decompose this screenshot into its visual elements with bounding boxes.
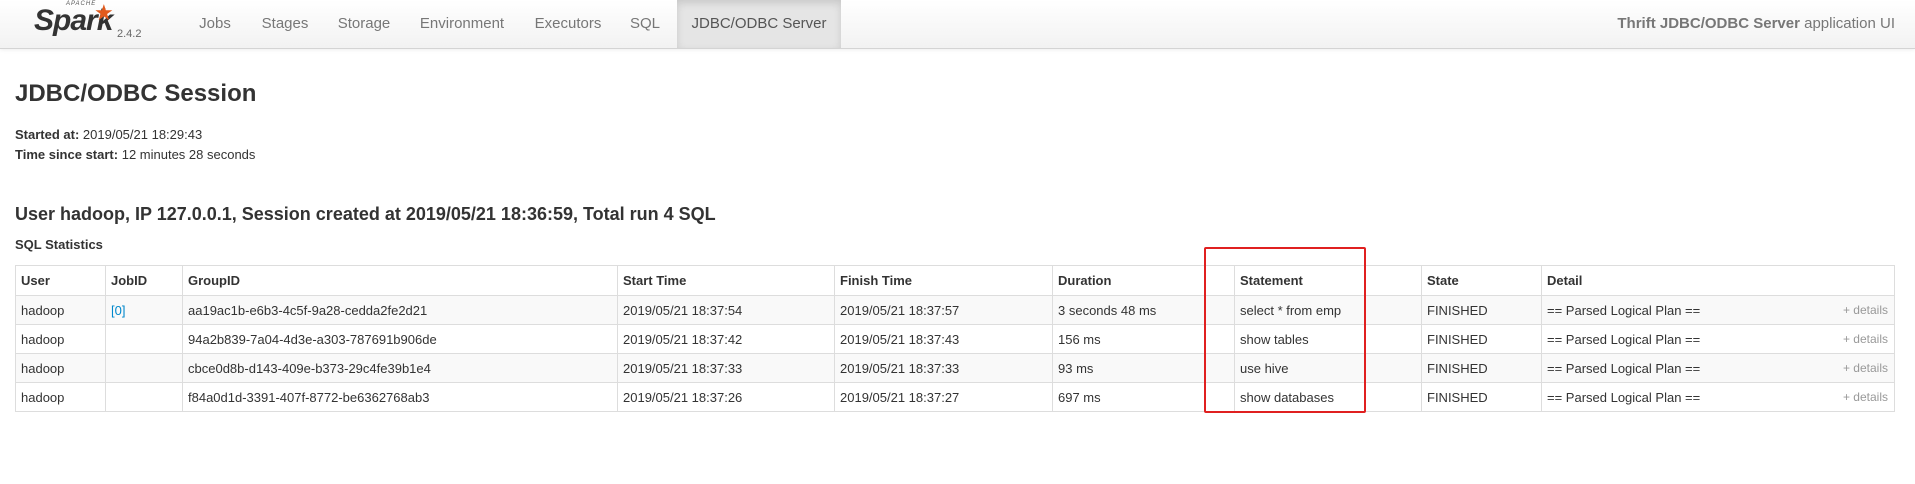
header-start-time[interactable]: Start Time (617, 265, 835, 296)
cell-duration: 93 ms (1052, 353, 1235, 383)
details-expand-link[interactable]: + details (1843, 390, 1888, 404)
cell-duration: 156 ms (1052, 324, 1235, 354)
cell-state: FINISHED (1421, 382, 1542, 412)
detail-text: == Parsed Logical Plan == (1547, 389, 1701, 405)
cell-user: hadoop (15, 382, 106, 412)
cell-detail: == Parsed Logical Plan == + details (1541, 295, 1895, 325)
tab-stages[interactable]: Stages (250, 0, 320, 48)
spark-star-icon: ★ (94, 0, 114, 25)
cell-jobid: [0] (105, 295, 183, 325)
cell-jobid (105, 353, 183, 383)
started-at-label: Started at: (15, 127, 80, 142)
cell-state: FINISHED (1421, 295, 1542, 325)
cell-start-time: 2019/05/21 18:37:26 (617, 382, 835, 412)
detail-text: == Parsed Logical Plan == (1547, 331, 1701, 347)
cell-start-time: 2019/05/21 18:37:33 (617, 353, 835, 383)
cell-statement: use hive (1234, 353, 1422, 383)
job-link[interactable]: [0] (111, 303, 125, 318)
cell-detail: == Parsed Logical Plan == + details (1541, 324, 1895, 354)
table-row: hadoop f84a0d1d-3391-407f-8772-be6362768… (15, 382, 1895, 412)
cell-user: hadoop (15, 353, 106, 383)
time-since-start-label: Time since start: (15, 147, 119, 162)
app-name: Thrift JDBC/ODBC Server (1617, 15, 1800, 32)
cell-finish-time: 2019/05/21 18:37:57 (834, 295, 1053, 325)
tab-sql[interactable]: SQL (620, 0, 670, 48)
tab-jdbc-odbc-server[interactable]: JDBC/ODBC Server (677, 0, 841, 48)
sql-statistics-table: User JobID GroupID Start Time Finish Tim… (15, 265, 1895, 412)
cell-groupid: 94a2b839-7a04-4d3e-a303-787691b906de (182, 324, 618, 354)
tab-executors[interactable]: Executors (521, 0, 615, 48)
started-at-value: 2019/05/21 18:29:43 (82, 127, 203, 142)
header-state[interactable]: State (1421, 265, 1542, 296)
tab-storage[interactable]: Storage (325, 0, 403, 48)
header-statement[interactable]: Statement (1234, 265, 1422, 296)
details-expand-link[interactable]: + details (1843, 332, 1888, 346)
spark-logo[interactable]: APACHE Spark ★ 2.4.2 (34, 0, 154, 48)
cell-detail: == Parsed Logical Plan == + details (1541, 353, 1895, 383)
detail-text: == Parsed Logical Plan == (1547, 302, 1701, 318)
cell-start-time: 2019/05/21 18:37:54 (617, 295, 835, 325)
table-row: hadoop cbce0d8b-d143-409e-b373-29c4fe39b… (15, 353, 1895, 383)
details-expand-link[interactable]: + details (1843, 303, 1888, 317)
app-suffix: application UI (1804, 15, 1895, 32)
cell-state: FINISHED (1421, 353, 1542, 383)
cell-statement: show tables (1234, 324, 1422, 354)
tab-jobs[interactable]: Jobs (185, 0, 245, 48)
header-user[interactable]: User (15, 265, 106, 296)
session-heading: User hadoop, IP 127.0.0.1, Session creat… (15, 204, 716, 224)
started-at: Started at: 2019/05/21 18:29:43 (15, 127, 202, 142)
cell-groupid: aa19ac1b-e6b3-4c5f-9a28-cedda2fe2d21 (182, 295, 618, 325)
tab-environment[interactable]: Environment (408, 0, 516, 48)
table-row: hadoop [0] aa19ac1b-e6b3-4c5f-9a28-cedda… (15, 295, 1895, 325)
cell-groupid: f84a0d1d-3391-407f-8772-be6362768ab3 (182, 382, 618, 412)
time-since-start-value: 12 minutes 28 seconds (121, 147, 256, 162)
cell-statement: select * from emp (1234, 295, 1422, 325)
cell-jobid (105, 382, 183, 412)
cell-statement: show databases (1234, 382, 1422, 412)
cell-duration: 697 ms (1052, 382, 1235, 412)
page-title: JDBC/ODBC Session (15, 80, 257, 107)
cell-user: hadoop (15, 324, 106, 354)
cell-user: hadoop (15, 295, 106, 325)
top-navbar: APACHE Spark ★ 2.4.2 Jobs Stages Storage… (0, 0, 1915, 49)
cell-finish-time: 2019/05/21 18:37:27 (834, 382, 1053, 412)
header-finish-time[interactable]: Finish Time (834, 265, 1053, 296)
cell-finish-time: 2019/05/21 18:37:33 (834, 353, 1053, 383)
table-row: hadoop 94a2b839-7a04-4d3e-a303-787691b90… (15, 324, 1895, 354)
header-jobid[interactable]: JobID (105, 265, 183, 296)
table-header-row: User JobID GroupID Start Time Finish Tim… (15, 265, 1895, 296)
detail-text: == Parsed Logical Plan == (1547, 360, 1701, 376)
app-title: Thrift JDBC/ODBC Server application UI (1617, 0, 1895, 47)
sql-statistics-heading: SQL Statistics (15, 237, 103, 252)
spark-version: 2.4.2 (117, 28, 142, 40)
cell-duration: 3 seconds 48 ms (1052, 295, 1235, 325)
time-since-start: Time since start: 12 minutes 28 seconds (15, 147, 255, 162)
cell-groupid: cbce0d8b-d143-409e-b373-29c4fe39b1e4 (182, 353, 618, 383)
cell-finish-time: 2019/05/21 18:37:43 (834, 324, 1053, 354)
cell-start-time: 2019/05/21 18:37:42 (617, 324, 835, 354)
cell-detail: == Parsed Logical Plan == + details (1541, 382, 1895, 412)
details-expand-link[interactable]: + details (1843, 361, 1888, 375)
header-groupid[interactable]: GroupID (182, 265, 618, 296)
cell-state: FINISHED (1421, 324, 1542, 354)
cell-jobid (105, 324, 183, 354)
header-detail[interactable]: Detail (1541, 265, 1895, 296)
header-duration[interactable]: Duration (1052, 265, 1235, 296)
